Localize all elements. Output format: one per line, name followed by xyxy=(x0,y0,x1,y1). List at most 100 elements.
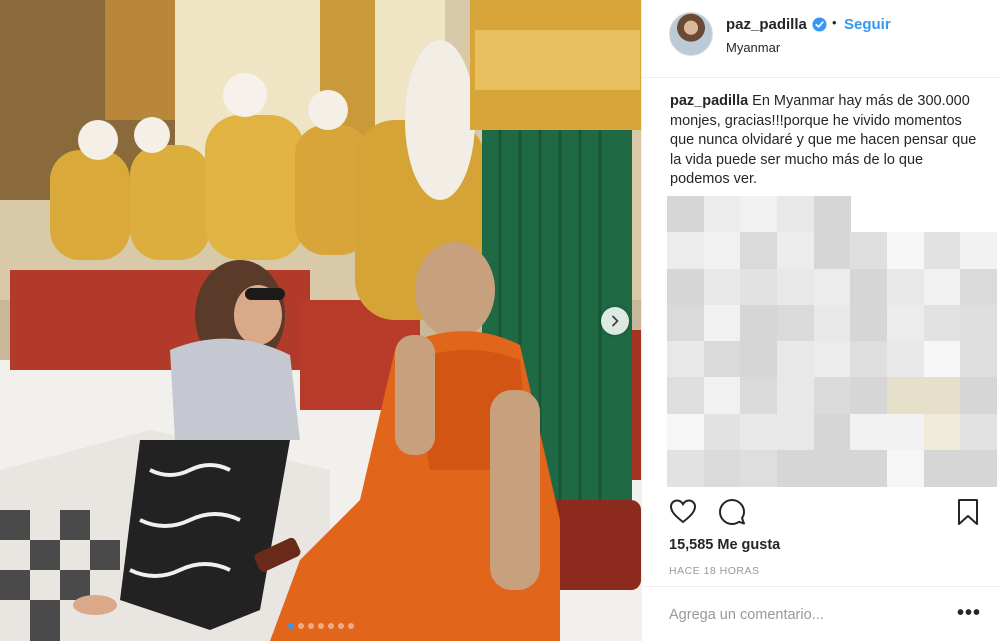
blur-tile xyxy=(703,413,741,451)
blur-tile xyxy=(703,377,741,415)
bookmark-icon xyxy=(958,499,978,525)
blur-tile xyxy=(740,413,778,451)
blur-tile xyxy=(777,268,814,306)
post-header: paz_padilla • Seguir Myanmar xyxy=(642,0,1000,78)
caption-username-link[interactable]: paz_padilla xyxy=(670,93,748,109)
blur-tile xyxy=(923,377,961,415)
photo-illustration xyxy=(0,0,641,641)
carousel-dot xyxy=(347,623,354,629)
comment-button[interactable] xyxy=(718,498,746,526)
blur-tile xyxy=(887,304,924,342)
carousel-dot xyxy=(287,623,294,629)
blur-tile xyxy=(667,304,704,342)
blur-tile xyxy=(850,341,888,378)
blur-tile xyxy=(703,304,741,342)
blur-tile xyxy=(887,232,924,270)
blur-tile xyxy=(777,341,814,378)
action-bar xyxy=(642,494,1000,528)
blur-tile xyxy=(740,341,778,378)
blur-tile xyxy=(777,449,814,487)
blur-tile xyxy=(703,341,741,378)
follow-button[interactable]: Seguir xyxy=(844,16,891,33)
blur-tile xyxy=(813,232,851,270)
carousel-dot xyxy=(337,623,344,629)
blur-tile xyxy=(777,304,814,342)
blur-tile xyxy=(850,268,888,306)
blur-tile xyxy=(887,413,924,451)
header-separator: • xyxy=(832,15,837,30)
blur-tile xyxy=(813,341,851,378)
blur-tile xyxy=(960,268,998,306)
blur-tile xyxy=(923,268,961,306)
blur-tile xyxy=(777,196,814,233)
blur-tile xyxy=(850,304,888,342)
location-link[interactable]: Myanmar xyxy=(726,40,780,55)
like-button[interactable] xyxy=(669,498,697,524)
carousel-dot xyxy=(307,623,314,629)
likes-count[interactable]: 15,585 Me gusta xyxy=(669,537,780,553)
blur-tile xyxy=(960,341,998,378)
blur-tile xyxy=(960,377,998,415)
blur-tile xyxy=(923,413,961,451)
blur-tile xyxy=(923,304,961,342)
blur-tile xyxy=(813,449,851,487)
blur-tile xyxy=(777,232,814,270)
comment-icon xyxy=(719,499,745,525)
verified-badge-icon xyxy=(812,17,827,32)
blurred-comments-area xyxy=(667,196,998,487)
blur-tile xyxy=(850,232,888,270)
comment-bar: ••• xyxy=(642,586,1000,641)
carousel-indicator xyxy=(0,623,641,629)
blur-tile xyxy=(960,304,998,342)
comment-input[interactable] xyxy=(669,607,939,623)
carousel-dot xyxy=(317,623,324,629)
blur-tile xyxy=(740,268,778,306)
blur-tile xyxy=(740,232,778,270)
username-link[interactable]: paz_padilla xyxy=(726,16,807,33)
blur-tile xyxy=(667,377,704,415)
blur-tile xyxy=(887,341,924,378)
blur-tile xyxy=(740,377,778,415)
blur-tile xyxy=(813,413,851,451)
avatar[interactable] xyxy=(669,12,713,56)
blur-tile xyxy=(960,413,998,451)
post-photo[interactable] xyxy=(0,0,641,641)
blur-tile xyxy=(923,232,961,270)
blur-tile xyxy=(850,413,888,451)
carousel-dot xyxy=(327,623,334,629)
blur-tile xyxy=(667,268,704,306)
blur-tile xyxy=(667,341,704,378)
blur-tile xyxy=(740,304,778,342)
blur-tile xyxy=(813,304,851,342)
save-button[interactable] xyxy=(957,498,979,526)
blur-tile xyxy=(960,449,998,487)
blur-tile xyxy=(887,449,924,487)
blur-tile xyxy=(813,196,851,233)
heart-icon xyxy=(669,499,697,524)
blur-tile xyxy=(703,232,741,270)
chevron-right-icon xyxy=(612,315,619,327)
blur-tile xyxy=(923,341,961,378)
blur-tile xyxy=(777,413,814,451)
post-timestamp[interactable]: HACE 18 HORAS xyxy=(669,565,760,577)
blur-tile xyxy=(777,377,814,415)
carousel-dot xyxy=(297,623,304,629)
post-caption: paz_padilla En Myanmar hay más de 300.000… xyxy=(670,92,980,190)
blur-tile xyxy=(740,196,778,233)
blur-tile xyxy=(667,232,704,270)
blur-tile xyxy=(813,268,851,306)
blur-tile xyxy=(703,449,741,487)
blur-tile xyxy=(703,268,741,306)
blur-tile xyxy=(740,449,778,487)
blur-tile xyxy=(887,268,924,306)
blur-tile xyxy=(850,377,888,415)
blur-tile xyxy=(887,377,924,415)
blur-tile xyxy=(813,377,851,415)
blur-tile xyxy=(667,413,704,451)
blur-tile xyxy=(923,449,961,487)
blur-tile xyxy=(850,449,888,487)
next-slide-button[interactable] xyxy=(601,307,629,335)
more-options-icon[interactable]: ••• xyxy=(957,602,981,625)
post-details-panel: paz_padilla • Seguir Myanmar paz_padilla… xyxy=(641,0,1000,641)
blur-tile xyxy=(667,449,704,487)
